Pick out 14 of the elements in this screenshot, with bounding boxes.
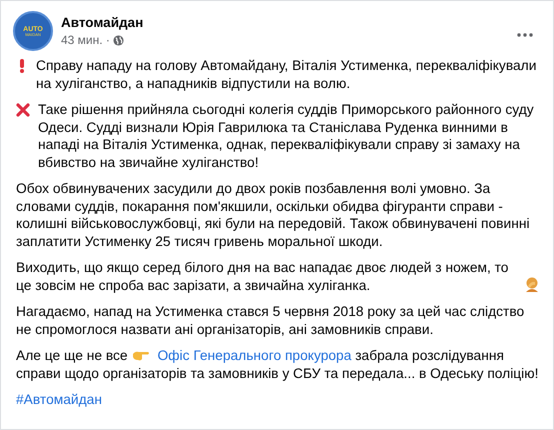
post-paragraph: Але це ще не все Офіс Генерального прокурора забрала розслідування справи щодо організаторів та замовників у СБУ та передала... в Одеську поліцію! (16, 347, 539, 382)
pointing-hand-icon (132, 349, 150, 361)
post-time[interactable]: 43 мин. · (61, 32, 110, 48)
post-paragraph: Виходить, що якщо серед білого дня на вас нападає двоє людей з ножем, то це зовсім не спроба вас зарізати, а звичайна хуліганка. (16, 259, 510, 294)
hashtag-link[interactable]: #Автомайдан (16, 391, 102, 408)
cross-icon (16, 103, 30, 117)
globe-icon (112, 34, 124, 46)
post-paragraph: Обох обвинувачених засудили до двох років позбавлення волі умовно. За словами суддів, покарання пом'якшили, оскільки обидва фігуранти справи - колишні військовослужбовці, які були на передовій. Також обвинувачені повинні заплатити Устименку 25 тисяч гривень моральної шкоди. (16, 180, 531, 250)
prosecutor-office-link[interactable]: Офіс Генерального прокурора (157, 348, 352, 363)
author-name[interactable]: Автомайдан (61, 14, 144, 32)
more-icon (517, 33, 533, 37)
post-paragraph: Таке рішення прийняла сьогодні колегія суддів Приморського районного суду Одеси. Судді визнали Юрія Гаврилюка та Станіслава Руденка винними в нападі на Віталія Устименка, однак, перекваліфікували справу зі замаху на вбивство на звичайне хуліганство! (38, 101, 535, 171)
post-paragraph: Нагадаємо, напад на Устименка стався 5 червня 2018 року за цей час слідство не спромоглося назвати ані організаторів, ані замовників справи. (16, 303, 526, 338)
post-paragraph: Справу нападу на голову Автомайдану, Віталія Устименка, перекваліфікували на хуліганство, а нападників відпустили на волю. (36, 57, 538, 92)
